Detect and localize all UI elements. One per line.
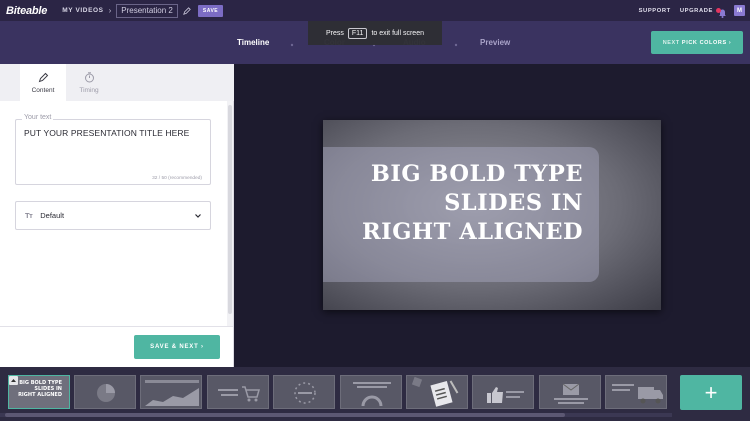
timeline-scrollbar[interactable] <box>0 413 672 417</box>
thumbs-up-icon <box>487 387 524 403</box>
presentation-name-input[interactable]: Presentation 2 <box>116 3 178 18</box>
top-right-menu: SUPPORT UPGRADE M <box>639 5 745 18</box>
upgrade-link[interactable]: UPGRADE <box>680 8 713 14</box>
notification-dot <box>716 8 721 13</box>
panel-footer: SAVE & NEXT › <box>0 326 233 367</box>
panel-scroll-thumb[interactable] <box>228 105 232 314</box>
timeline-scene-7[interactable] <box>406 375 468 409</box>
slide-line-1: BIG BOLD TYPE <box>370 161 583 187</box>
save-button[interactable]: SAVE <box>197 4 224 17</box>
area-chart-icon <box>145 380 199 406</box>
timing-stopwatch-icon <box>84 71 94 82</box>
scene-1-text: BIG BOLD TYPE SLIDES IN RIGHT ALIGNED <box>12 380 62 398</box>
step-separator <box>290 43 294 47</box>
timeline-scroll-thumb[interactable] <box>5 413 565 417</box>
plus-icon: + <box>704 379 718 405</box>
dotted-circle-icon <box>294 382 316 404</box>
avatar[interactable]: M <box>734 5 745 16</box>
toast-after: to exit full screen <box>371 29 424 37</box>
timeline-scene-9[interactable] <box>539 375 601 409</box>
next-prefix: NEXT <box>662 39 680 46</box>
step-timeline[interactable]: Timeline <box>237 38 269 47</box>
content-pencil-icon <box>38 72 48 82</box>
bell-icon[interactable] <box>716 5 728 18</box>
tab-timing-label: Timing <box>79 86 99 94</box>
next-arrow: › <box>728 39 732 46</box>
timeline-scene-3[interactable] <box>140 375 202 409</box>
your-text-value[interactable]: PUT YOUR PRESENTATION TITLE HERE <box>24 128 189 138</box>
panel-tabs: Content Timing <box>0 64 234 101</box>
pie-chart-icon <box>97 384 115 402</box>
timeline-strip: BIG BOLD TYPE SLIDES IN RIGHT ALIGNED + <box>0 367 750 421</box>
tab-timing[interactable]: Timing <box>66 64 112 101</box>
panel-scrollbar[interactable] <box>227 101 233 326</box>
timeline-scene-2[interactable] <box>74 375 136 409</box>
your-text-field[interactable]: Your text PUT YOUR PRESENTATION TITLE HE… <box>15 114 211 185</box>
top-bar: Biteable MY VIDEOS › Presentation 2 SAVE… <box>0 0 750 21</box>
font-select-value: Default <box>40 211 65 220</box>
font-select[interactable]: Tт Default <box>15 201 211 230</box>
scene-1-line-3: RIGHT ALIGNED <box>18 392 62 398</box>
add-scene-button[interactable]: + <box>680 375 742 410</box>
timeline-scene-10[interactable] <box>605 375 667 409</box>
slide-line-2: SLIDES IN <box>444 190 583 216</box>
gauge-icon <box>353 382 391 407</box>
timeline-scene-1[interactable]: BIG BOLD TYPE SLIDES IN RIGHT ALIGNED <box>8 375 70 409</box>
timeline-scene-8[interactable] <box>472 375 534 409</box>
truck-icon <box>612 384 663 404</box>
sort-up-icon[interactable] <box>9 376 18 385</box>
preview-stage: BIG BOLD TYPE SLIDES IN RIGHT ALIGNED <box>234 64 750 367</box>
document-icon <box>411 376 459 407</box>
your-text-label: Your text <box>22 114 54 121</box>
next-pick-colors-button[interactable]: NEXT PICK COLORS › <box>651 31 743 54</box>
logo[interactable]: Biteable <box>6 5 47 17</box>
next-label: PICK COLORS <box>681 39 727 46</box>
my-videos-link[interactable]: MY VIDEOS <box>62 7 103 14</box>
cart-icon <box>218 386 260 402</box>
step-separator <box>454 43 458 47</box>
character-counter: 32 / 50 (recommended) <box>152 176 202 181</box>
breadcrumb-separator: › <box>108 6 112 15</box>
tab-content[interactable]: Content <box>20 64 66 101</box>
tab-content-label: Content <box>31 86 55 94</box>
toast-key: F11 <box>347 27 368 39</box>
font-size-icon: Tт <box>25 211 33 220</box>
timeline-scene-4[interactable] <box>207 375 269 409</box>
timeline-scene-6[interactable] <box>340 375 402 409</box>
slide-line-3: RIGHT ALIGNED <box>361 219 583 245</box>
chevron-down-icon <box>195 213 201 218</box>
slide-preview[interactable]: BIG BOLD TYPE SLIDES IN RIGHT ALIGNED <box>323 120 661 310</box>
toast-before: Press <box>326 29 344 37</box>
pencil-icon[interactable] <box>183 6 191 15</box>
left-panel: Content Timing Your text PUT YOUR PRESEN… <box>0 64 234 367</box>
slide-title: BIG BOLD TYPE SLIDES IN RIGHT ALIGNED <box>362 160 583 247</box>
envelope-icon <box>554 383 588 404</box>
timeline-scene-5[interactable] <box>273 375 335 409</box>
save-and-next-button[interactable]: SAVE & NEXT › <box>134 335 220 359</box>
fullscreen-toast: Press F11 to exit full screen <box>308 21 442 45</box>
support-link[interactable]: SUPPORT <box>639 8 671 14</box>
step-preview[interactable]: Preview <box>480 38 510 47</box>
